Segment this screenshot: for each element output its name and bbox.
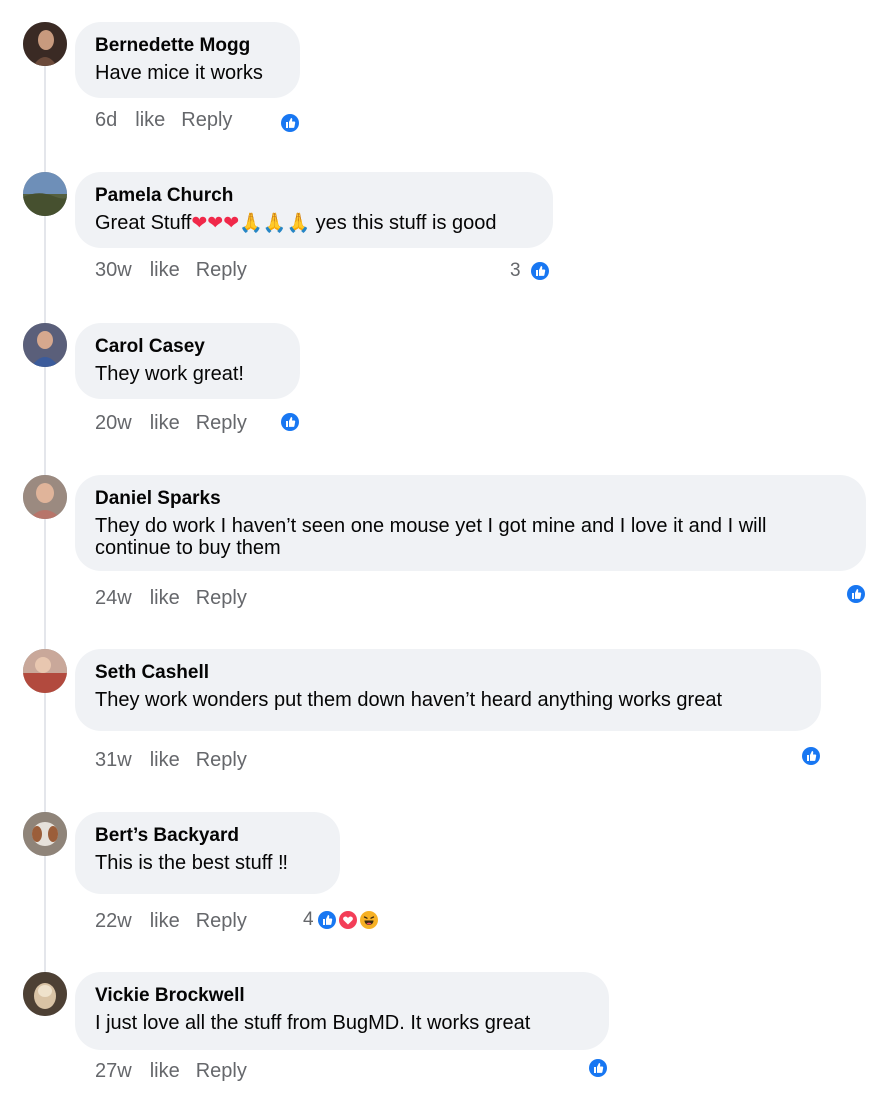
comment-actions: 24w like Reply <box>95 587 263 610</box>
reaction-summary[interactable]: 3 <box>510 260 551 282</box>
comment-actions: 27w like Reply <box>95 1060 263 1083</box>
avatar[interactable] <box>23 475 67 519</box>
comment-text: Great Stuff❤❤❤🙏🙏🙏 yes this stuff is good <box>95 212 533 235</box>
comment-text-part: Great Stuff <box>95 212 192 234</box>
reply-link[interactable]: Reply <box>196 587 247 609</box>
like-link[interactable]: like <box>135 109 165 131</box>
reaction-count: 4 <box>303 909 314 930</box>
like-icon <box>800 745 822 767</box>
comment-timestamp[interactable]: 31w <box>95 749 132 771</box>
comment-bubble: Pamela Church Great Stuff❤❤❤🙏🙏🙏 yes this… <box>75 172 553 248</box>
comment-author[interactable]: Seth Cashell <box>95 662 801 684</box>
comment-actions: 31w like Reply <box>95 749 263 772</box>
comment-timestamp[interactable]: 27w <box>95 1060 132 1082</box>
comment-timestamp[interactable]: 24w <box>95 587 132 609</box>
comment-text: This is the best stuff ‼ <box>95 852 289 874</box>
comment-timestamp[interactable]: 6d <box>95 109 117 131</box>
reaction-summary[interactable]: 4 <box>303 909 380 931</box>
like-icon <box>587 1057 609 1079</box>
comment-text-part: yes this stuff is good <box>310 212 497 234</box>
like-link[interactable]: like <box>150 259 180 281</box>
comment-author[interactable]: Vickie Brockwell <box>95 985 589 1007</box>
comment-actions: 20w like Reply <box>95 412 263 435</box>
comment-actions: 6d like Reply <box>95 109 248 132</box>
comment-text: Have mice it works <box>95 62 263 84</box>
comment-text: They do work I haven’t seen one mouse ye… <box>95 515 767 559</box>
reply-link[interactable]: Reply <box>196 910 247 932</box>
reaction-summary[interactable] <box>800 745 822 767</box>
like-icon <box>279 411 301 433</box>
like-link[interactable]: like <box>150 749 180 771</box>
like-link[interactable]: like <box>150 1060 180 1082</box>
reaction-summary[interactable] <box>279 411 301 433</box>
reply-link[interactable]: Reply <box>196 412 247 434</box>
avatar[interactable] <box>23 172 67 216</box>
like-icon <box>315 909 338 931</box>
comment-bubble: Seth Cashell They work wonders put them … <box>75 649 821 731</box>
avatar[interactable] <box>23 649 67 693</box>
like-link[interactable]: like <box>150 412 180 434</box>
praying-hands-emoji: 🙏🙏🙏 <box>239 213 311 234</box>
comment-author[interactable]: Carol Casey <box>95 336 280 358</box>
comment-bubble: Carol Casey They work great! <box>75 323 300 399</box>
comment-timestamp[interactable]: 30w <box>95 259 132 281</box>
comment-text: They work wonders put them down haven’t … <box>95 689 723 711</box>
love-icon <box>336 909 359 931</box>
avatar[interactable] <box>23 812 67 856</box>
like-link[interactable]: like <box>150 587 180 609</box>
comment-actions: 30w like Reply <box>95 259 263 282</box>
comment-timestamp[interactable]: 20w <box>95 412 132 434</box>
comment-author[interactable]: Bernedette Mogg <box>95 35 280 57</box>
avatar[interactable] <box>23 972 67 1016</box>
comment-text: I just love all the stuff from BugMD. It… <box>95 1012 531 1034</box>
reply-link[interactable]: Reply <box>181 109 232 131</box>
avatar[interactable] <box>23 22 67 66</box>
reply-link[interactable]: Reply <box>196 1060 247 1082</box>
comment-bubble: Bernedette Mogg Have mice it works <box>75 22 300 98</box>
reaction-summary[interactable] <box>845 583 867 605</box>
heart-emoji: ❤❤❤ <box>191 213 240 234</box>
comment-timestamp[interactable]: 22w <box>95 910 132 932</box>
reaction-count: 3 <box>510 260 521 281</box>
reply-link[interactable]: Reply <box>196 749 247 771</box>
like-link[interactable]: like <box>150 910 180 932</box>
haha-icon <box>357 909 380 931</box>
like-icon <box>845 583 867 605</box>
like-icon <box>528 260 551 282</box>
avatar[interactable] <box>23 323 67 367</box>
reply-link[interactable]: Reply <box>196 259 247 281</box>
comment-author[interactable]: Daniel Sparks <box>95 488 846 510</box>
comment-bubble: Bert’s Backyard This is the best stuff ‼ <box>75 812 340 894</box>
reaction-summary[interactable] <box>279 112 301 134</box>
comment-author[interactable]: Pamela Church <box>95 185 533 207</box>
comment-bubble: Daniel Sparks They do work I haven’t see… <box>75 475 866 571</box>
reaction-summary[interactable] <box>587 1057 609 1079</box>
comment-actions: 22w like Reply <box>95 910 263 933</box>
comment-text: They work great! <box>95 363 244 385</box>
like-icon <box>279 112 301 134</box>
comment-bubble: Vickie Brockwell I just love all the stu… <box>75 972 609 1050</box>
comment-author[interactable]: Bert’s Backyard <box>95 825 320 847</box>
